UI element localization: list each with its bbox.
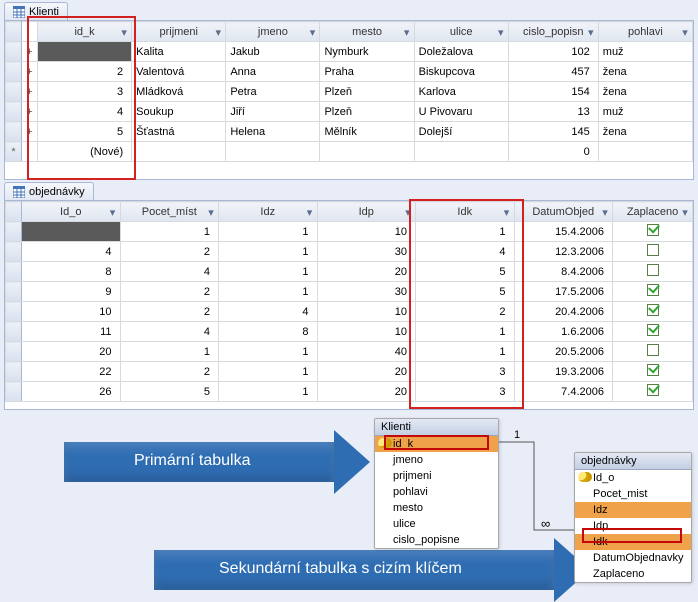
rel-field[interactable]: ulice — [375, 516, 498, 532]
checkbox[interactable] — [647, 284, 659, 296]
col-Datum[interactable]: DatumObjed▾ — [514, 202, 613, 222]
rel-title: Klienti — [375, 419, 498, 436]
table-row[interactable]: 201140120.5.2006 — [6, 342, 693, 362]
rel-field[interactable]: mesto — [375, 500, 498, 516]
clients-datasheet[interactable]: id_k▾ prijmeni▾ jmeno▾ mesto▾ ulice▾ cis… — [4, 20, 694, 180]
col-Idz[interactable]: Idz▾ — [219, 202, 318, 222]
col-ulice[interactable]: ulice▾ — [414, 22, 508, 42]
table-row[interactable]: 42130412.3.2006 — [6, 242, 693, 262]
table-row[interactable]: +3MládkováPetraPlzeňKarlova154žena — [6, 82, 693, 102]
tab-label: objednávky — [29, 186, 85, 198]
rel-field[interactable]: id_k — [375, 436, 498, 452]
tab-orders[interactable]: objednávky — [4, 182, 94, 200]
col-jmeno[interactable]: jmeno▾ — [226, 22, 320, 42]
arrow-primary-head — [334, 430, 370, 494]
checkbox[interactable] — [647, 324, 659, 336]
checkbox[interactable] — [647, 364, 659, 376]
rel-field[interactable]: pohlavi — [375, 484, 498, 500]
checkbox[interactable] — [647, 384, 659, 396]
col-mesto[interactable]: mesto▾ — [320, 22, 414, 42]
rel-field[interactable]: DatumObjednavky — [575, 550, 691, 566]
col-id_k[interactable]: id_k▾ — [38, 22, 132, 42]
table-row[interactable]: 8412058.4.2006 — [6, 262, 693, 282]
orders-datasheet[interactable]: Id_o▾ Pocet_míst▾ Idz▾ Idp▾ Idk▾ DatumOb… — [4, 200, 694, 410]
label-secondary: Sekundární tabulka s cizím klíčem — [219, 560, 462, 578]
expand-icon[interactable]: + — [22, 62, 38, 82]
checkbox[interactable] — [647, 304, 659, 316]
col-Pocet[interactable]: Pocet_míst▾ — [120, 202, 219, 222]
relationship-diagram: Primární tabulka Sekundární tabulka s ci… — [4, 400, 694, 595]
checkbox[interactable] — [647, 344, 659, 356]
clients-header-row: id_k▾ prijmeni▾ jmeno▾ mesto▾ ulice▾ cis… — [6, 22, 693, 42]
col-Id_o[interactable]: Id_o▾ — [22, 202, 121, 222]
rel-table-objednavky[interactable]: objednávky Id_oPocet_mistIdzIdpIdkDatumO… — [574, 452, 692, 583]
expand-icon[interactable]: + — [22, 82, 38, 102]
rel-title: objednávky — [575, 453, 691, 470]
rel-field[interactable]: Pocet_mist — [575, 486, 691, 502]
table-row[interactable]: 11481011.6.2006 — [6, 322, 693, 342]
checkbox[interactable] — [647, 264, 659, 276]
rel-field[interactable]: Idz — [575, 502, 691, 518]
cardinality-many: ∞ — [541, 516, 550, 531]
rel-field[interactable]: Idk — [575, 534, 691, 550]
table-row[interactable]: +2ValentováAnnaPrahaBiskupcova457žena — [6, 62, 693, 82]
checkbox[interactable] — [647, 244, 659, 256]
rel-field[interactable]: cislo_popisne — [375, 532, 498, 548]
table-icon — [13, 6, 25, 18]
tab-label: Klienti — [29, 6, 59, 18]
table-row[interactable]: 31110115.4.2006 — [6, 222, 693, 242]
rel-table-klienti[interactable]: Klienti id_kjmenoprijmenipohlavimestouli… — [374, 418, 499, 549]
cardinality-one: 1 — [514, 429, 520, 441]
checkbox[interactable] — [647, 224, 659, 236]
table-row[interactable]: 26512037.4.2006 — [6, 382, 693, 402]
expand-icon[interactable]: + — [22, 122, 38, 142]
rel-field[interactable]: Zaplaceno — [575, 566, 691, 582]
rel-field[interactable]: Idp — [575, 518, 691, 534]
col-Idk[interactable]: Idk▾ — [416, 202, 515, 222]
table-row[interactable]: +5ŠťastnáHelenaMělníkDolejší145žena — [6, 122, 693, 142]
new-row[interactable]: *(Nové)0 — [6, 142, 693, 162]
rel-field[interactable]: jmeno — [375, 452, 498, 468]
orders-header-row: Id_o▾ Pocet_míst▾ Idz▾ Idp▾ Idk▾ DatumOb… — [6, 202, 693, 222]
col-cislo[interactable]: cislo_popisn▾ — [508, 22, 598, 42]
tab-clients[interactable]: Klienti — [4, 2, 68, 20]
table-row[interactable]: 222120319.3.2006 — [6, 362, 693, 382]
table-icon — [13, 186, 25, 198]
rel-field[interactable]: Id_o — [575, 470, 691, 486]
table-row[interactable]: +4SoukupJiříPlzeňU Pivovaru13muž — [6, 102, 693, 122]
table-row[interactable]: +1KalitaJakubNymburkDoležalova102muž — [6, 42, 693, 62]
dropdown-icon[interactable]: ▾ — [119, 26, 129, 36]
expand-icon[interactable]: + — [22, 102, 38, 122]
expand-icon[interactable]: + — [22, 42, 38, 62]
label-primary: Primární tabulka — [134, 452, 251, 470]
col-Zapl[interactable]: Zaplaceno▾ — [613, 202, 693, 222]
rel-field[interactable]: prijmeni — [375, 468, 498, 484]
col-prijmeni[interactable]: prijmeni▾ — [132, 22, 226, 42]
col-Idp[interactable]: Idp▾ — [317, 202, 416, 222]
table-row[interactable]: 102410220.4.2006 — [6, 302, 693, 322]
col-pohlavi[interactable]: pohlavi▾ — [598, 22, 692, 42]
table-row[interactable]: 92130517.5.2006 — [6, 282, 693, 302]
